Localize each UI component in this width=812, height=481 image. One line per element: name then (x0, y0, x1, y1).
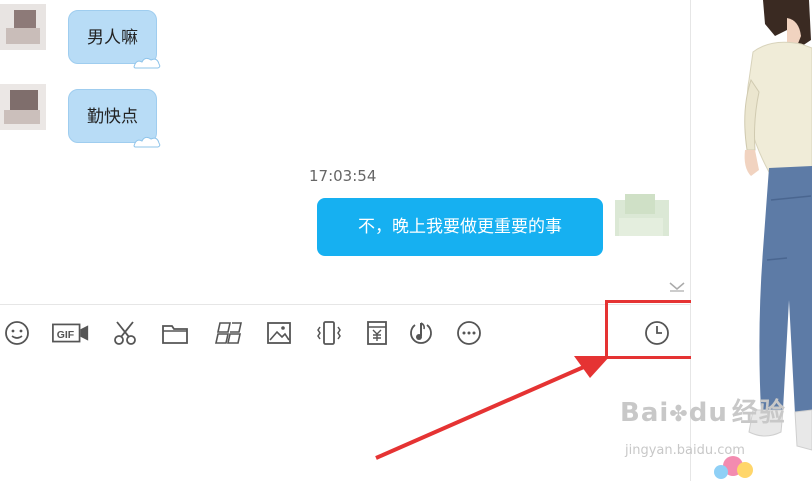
chat-history: 男人嘛 勤快点 17:03:54 不，晚上我要做更重要的事 (0, 0, 690, 300)
message-text: 男人嘛 (87, 28, 138, 48)
message-bubble-incoming[interactable]: 勤快点 (68, 89, 161, 148)
scissors-icon[interactable] (108, 316, 142, 350)
watermark-logo: Bai✤du 经验 (620, 392, 786, 429)
message-bubble-incoming[interactable]: 男人嘛 (68, 10, 161, 69)
divider (0, 304, 690, 305)
folder-icon[interactable] (158, 316, 192, 350)
contact-avatar[interactable] (0, 4, 46, 50)
cloud-decoration-icon (133, 57, 161, 69)
message-timestamp: 17:03:54 (309, 167, 377, 185)
message-input[interactable] (0, 360, 690, 481)
shake-icon[interactable] (312, 316, 346, 350)
more-icon[interactable] (452, 316, 486, 350)
chat-toolbar: GIF (0, 312, 690, 352)
message-text: 不，晚上我要做更重要的事 (358, 217, 562, 237)
music-icon[interactable] (404, 316, 438, 350)
message-bubble-outgoing[interactable]: 不，晚上我要做更重要的事 (317, 198, 603, 256)
photo-wall-icon[interactable] (212, 316, 246, 350)
watermark-brand-du: du (688, 398, 728, 428)
gif-icon[interactable]: GIF (50, 316, 92, 350)
cloud-decoration-icon (133, 136, 161, 148)
watermark-url: jingyan.baidu.com (625, 443, 745, 458)
paw-icon: ✤ (669, 402, 689, 427)
watermark-product: 经验 (731, 398, 786, 428)
my-avatar[interactable] (615, 194, 669, 240)
message-text: 勤快点 (87, 107, 138, 127)
red-packet-icon[interactable] (360, 316, 394, 350)
watermark-brand: Bai (620, 398, 670, 428)
contact-avatar[interactable] (0, 84, 46, 130)
image-icon[interactable] (262, 316, 296, 350)
collapse-chevron-icon[interactable] (666, 281, 688, 297)
emoji-icon[interactable] (0, 316, 34, 350)
gif-label: GIF (57, 330, 75, 341)
